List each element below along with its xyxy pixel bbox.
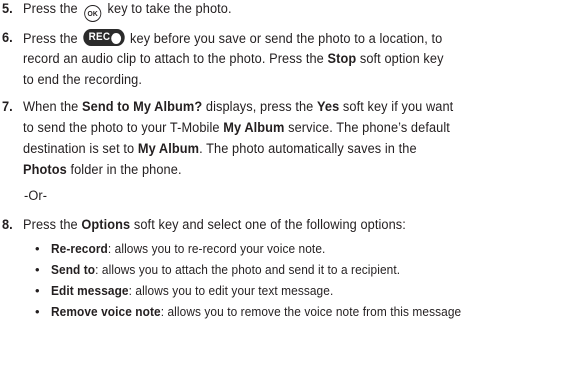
folder-name: Photos (23, 162, 67, 178)
step-text: When the (23, 99, 83, 115)
ok-key-icon: OK (84, 5, 102, 22)
soft-key-name: Yes (316, 99, 340, 115)
prompt-name: Send to My Album? (82, 99, 203, 115)
step-5-text: Press the OK key to take the photo. (23, 0, 232, 22)
list-item: Re-record: allows you to re-record your … (51, 240, 325, 258)
step-number: 6. (2, 30, 13, 46)
step-text: Press the (23, 31, 82, 47)
step-7-line-3: destination is set to My Album. The phot… (23, 140, 417, 158)
record-key-label: REC (88, 31, 111, 43)
record-dot-icon (110, 32, 122, 45)
step-6-line-1: Press the REC key before you save or sen… (23, 29, 442, 48)
step-text: key to take the photo. (103, 1, 232, 17)
bullet-icon: • (35, 283, 40, 298)
step-8-text: Press the Options soft key and select on… (23, 216, 406, 234)
bullet-icon: • (35, 241, 40, 256)
step-7-line-4: Photos folder in the phone. (23, 161, 182, 179)
option-desc: : allows you to remove the voice note fr… (160, 304, 462, 319)
step-text: to send the photo to your T-Mobile (23, 120, 224, 136)
step-7-line-2: to send the photo to your T-Mobile My Al… (23, 119, 450, 137)
or-separator: -Or- (24, 188, 48, 204)
manual-page: 5. Press the OK key to take the photo. 6… (0, 0, 583, 378)
option-term: Send to (51, 262, 96, 277)
service-name: My Album (223, 120, 285, 136)
service-name: My Album (137, 141, 200, 157)
step-text: destination is set to (23, 141, 138, 157)
step-text: soft option key (356, 51, 444, 67)
step-7-line-1: When the Send to My Album? displays, pre… (23, 98, 453, 116)
list-item: Remove voice note: allows you to remove … (51, 303, 461, 321)
option-desc: : allows you to re-record your voice not… (107, 241, 326, 256)
step-text: Press the (23, 217, 82, 233)
step-number: 5. (2, 1, 13, 17)
step-text: soft key if you want (339, 99, 454, 115)
step-text: service. The phone’s default (284, 120, 450, 136)
step-text: key before you save or send the photo to… (126, 31, 443, 47)
option-desc: : allows you to attach the photo and sen… (95, 262, 401, 277)
step-number: 7. (2, 99, 13, 115)
step-text: Press the (23, 1, 82, 17)
option-term: Edit message (51, 283, 129, 298)
step-text: folder in the phone. (66, 162, 182, 178)
list-item: Send to: allows you to attach the photo … (51, 261, 400, 279)
step-number: 8. (2, 217, 13, 233)
record-key-icon: REC (83, 29, 125, 46)
step-6-line-2: record an audio clip to attach to the ph… (23, 50, 444, 68)
option-term: Remove voice note (51, 304, 161, 319)
soft-key-name: Options (81, 217, 131, 233)
step-text: record an audio clip to attach to the ph… (23, 51, 328, 67)
soft-key-name: Stop (327, 51, 357, 67)
option-term: Re-record (51, 241, 108, 256)
option-desc: : allows you to edit your text message. (128, 283, 334, 298)
step-text: . The photo automatically saves in the (199, 141, 417, 157)
bullet-icon: • (35, 304, 40, 319)
step-text: soft key and select one of the following… (130, 217, 406, 233)
step-6-line-3: to end the recording. (23, 72, 143, 88)
step-text: displays, press the (202, 99, 317, 115)
list-item: Edit message: allows you to edit your te… (51, 282, 333, 300)
bullet-icon: • (35, 262, 40, 277)
